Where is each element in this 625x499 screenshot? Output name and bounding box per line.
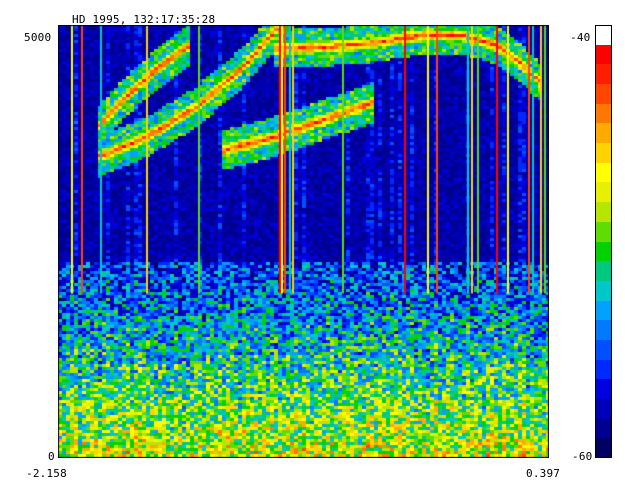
colorbar-swatch <box>595 399 612 419</box>
colorbar-swatch <box>595 84 612 104</box>
colorbar-max-label: -40 <box>570 31 591 44</box>
colorbar-swatch <box>595 438 612 458</box>
colorbar-swatch <box>595 242 612 261</box>
colorbar-swatch <box>595 320 612 340</box>
colorbar-swatch <box>595 301 612 320</box>
colorbar-swatch <box>595 64 612 84</box>
spectrogram-plot-area <box>58 25 549 458</box>
colorbar-swatch <box>595 143 612 163</box>
y-axis-min-label: 0 <box>48 450 55 463</box>
colorbar-swatch <box>595 261 612 281</box>
colorbar-swatch <box>595 379 612 399</box>
colorbar-min-label: -60 <box>572 450 593 463</box>
colorbar-swatch <box>595 25 612 45</box>
colorbar-swatch <box>595 222 612 242</box>
colorbar-swatch <box>595 163 612 182</box>
y-axis-max-label: 5000 <box>24 31 52 44</box>
colorbar-swatch <box>595 360 612 379</box>
colorbar-swatch <box>595 182 612 202</box>
x-axis-max-label: 0.397 <box>526 467 561 480</box>
colorbar-swatch <box>595 281 612 301</box>
chart-title: HD 1995, 132:17:35:28 <box>72 13 216 26</box>
colorbar <box>595 25 612 458</box>
colorbar-swatch <box>595 123 612 143</box>
colorbar-swatch <box>595 104 612 123</box>
colorbar-swatch <box>595 202 612 222</box>
colorbar-swatch <box>595 45 612 64</box>
colorbar-swatch <box>595 419 612 438</box>
colorbar-swatches <box>595 25 612 458</box>
x-axis-min-label: -2.158 <box>26 467 67 480</box>
spectrogram-figure: HD 1995, 132:17:35:28 5000 0 -2.158 0.39… <box>0 0 625 499</box>
colorbar-swatch <box>595 340 612 360</box>
